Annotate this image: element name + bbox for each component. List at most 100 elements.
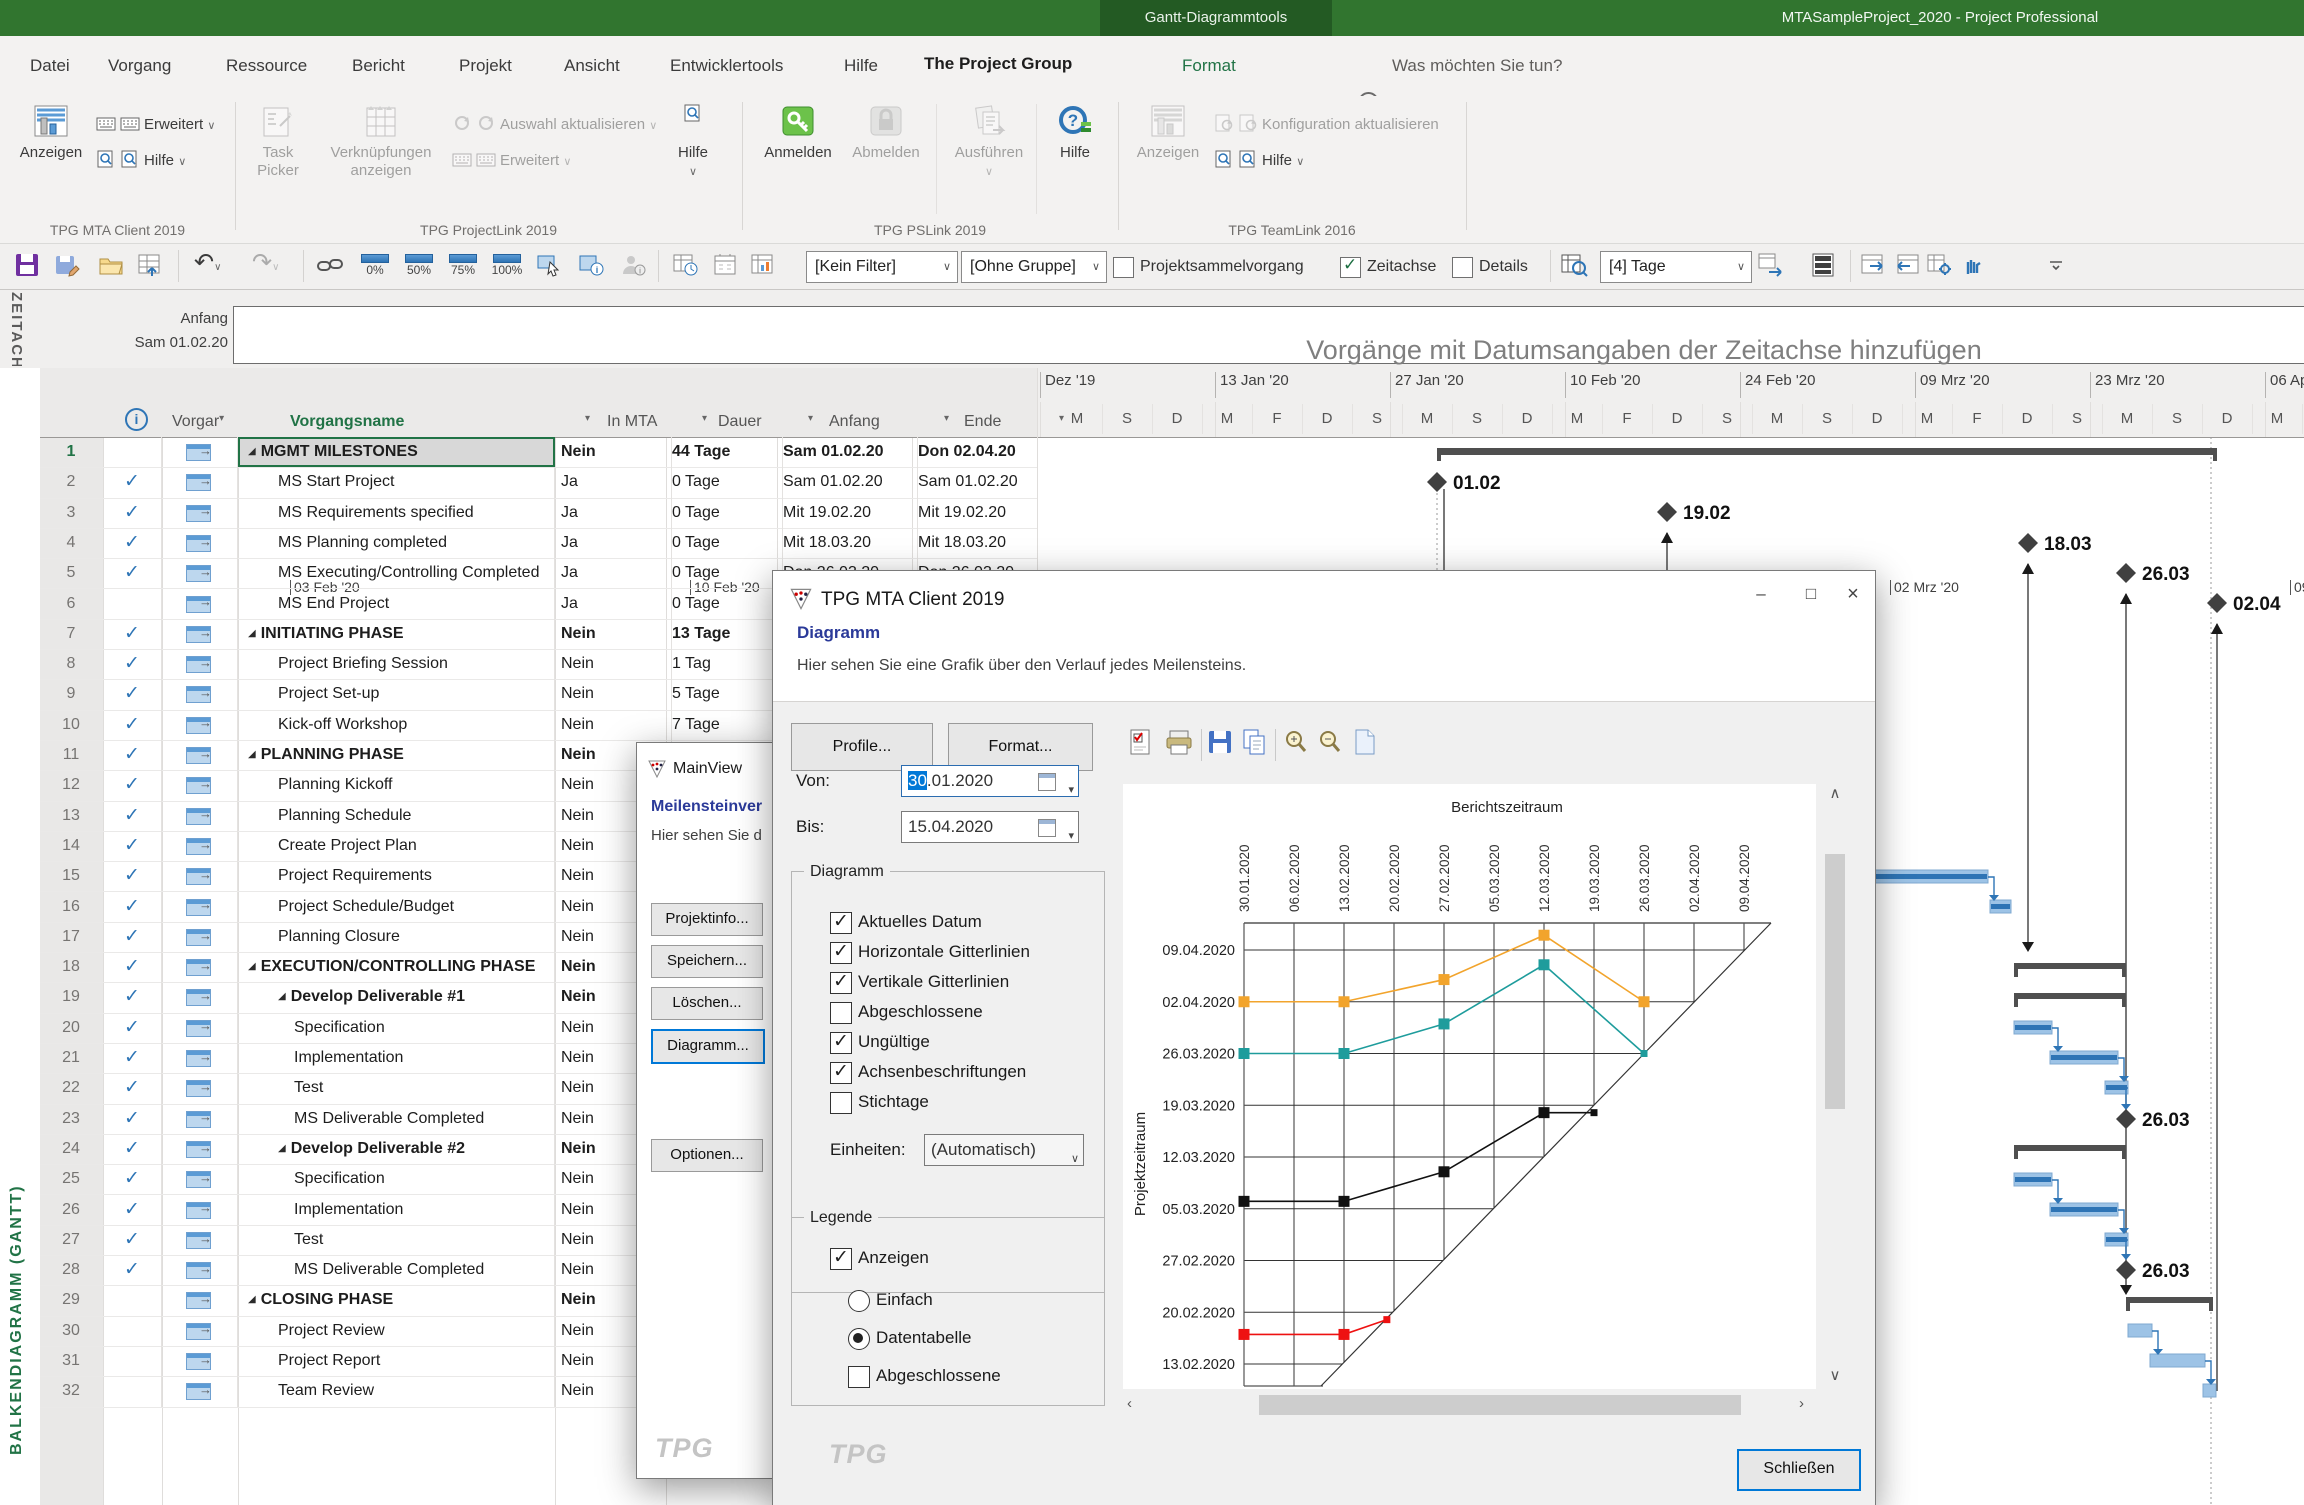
row-checkmark[interactable]: ✓ — [103, 467, 162, 497]
ribbon-button-konfiguration-aktualisieren[interactable]: Konfiguration aktualisieren — [1214, 112, 1439, 138]
task-name-cell[interactable]: ◢PLANNING PHASE — [238, 740, 555, 770]
task-mode-cell[interactable] — [162, 679, 238, 709]
dauer-cell[interactable]: 5 Tage — [666, 679, 783, 709]
calendar-icon[interactable] — [712, 252, 740, 280]
task-name-cell[interactable]: Team Review — [238, 1376, 555, 1406]
percent-0-button[interactable]: 0% — [356, 251, 394, 283]
in-mta-cell[interactable]: Nein — [555, 679, 672, 709]
task-mode-cell[interactable] — [162, 770, 238, 800]
percent-100-button[interactable]: 100% — [488, 251, 526, 283]
ribbon-tab-ressource[interactable]: Ressource — [222, 36, 311, 96]
ribbon-tab-the-project-group[interactable]: The Project Group — [920, 36, 1076, 100]
row-number[interactable]: 22 — [40, 1073, 102, 1103]
in-mta-cell[interactable]: Ja — [555, 589, 672, 619]
dauer-cell[interactable]: 7 Tage — [666, 710, 783, 740]
task-name-cell[interactable]: Kick-off Workshop — [238, 710, 555, 740]
select-icon[interactable] — [536, 252, 564, 280]
row-checkmark[interactable]: ✓ — [103, 1195, 162, 1225]
ribbon-button-abmelden[interactable]: Abmelden — [842, 100, 930, 216]
checkbox-zeitachse[interactable] — [1340, 257, 1361, 278]
row-checkmark[interactable]: ✓ — [103, 619, 162, 649]
task-mode-cell[interactable] — [162, 1134, 238, 1164]
row-number[interactable]: 21 — [40, 1043, 102, 1073]
task-name-cell[interactable]: Project Report — [238, 1346, 555, 1376]
task-name-cell[interactable]: Project Requirements — [238, 861, 555, 891]
row-number[interactable]: 32 — [40, 1376, 102, 1406]
collapse-triangle-icon[interactable]: ◢ — [248, 1294, 256, 1305]
close-icon[interactable]: × — [1837, 579, 1869, 609]
collapse-triangle-icon[interactable]: ◢ — [248, 446, 256, 457]
row-number[interactable]: 29 — [40, 1285, 102, 1315]
hand-icon[interactable] — [1958, 252, 1986, 280]
mainview-button-optionen[interactable]: Optionen... — [651, 1139, 763, 1172]
row-number[interactable]: 19 — [40, 982, 102, 1012]
link-icon[interactable] — [316, 252, 344, 280]
in-mta-cell[interactable]: Ja — [555, 528, 672, 558]
contextual-tab-gantt-tools[interactable]: Gantt-Diagrammtools — [1100, 0, 1332, 36]
ribbon-button-erweitert[interactable]: Erweitert ∨ — [452, 148, 571, 174]
ende-cell[interactable]: Sam 01.02.20 — [912, 467, 1042, 497]
task-mode-cell[interactable] — [162, 892, 238, 922]
task-name-cell[interactable]: ◢INITIATING PHASE — [238, 619, 555, 649]
row-number[interactable]: 4 — [40, 528, 102, 558]
copy-icon[interactable] — [1241, 727, 1271, 761]
chevron-down-icon[interactable]: ▾ — [1068, 775, 1074, 805]
in-mta-cell[interactable]: Nein — [555, 649, 672, 679]
timeline-canvas[interactable]: Vorgänge mit Datumsangaben der Zeitachse… — [233, 306, 2304, 364]
export-icon[interactable] — [1757, 252, 1785, 280]
row-number[interactable]: 31 — [40, 1346, 102, 1376]
scroll-down-icon[interactable]: ∨ — [1823, 1366, 1847, 1384]
task-name-cell[interactable]: Test — [238, 1073, 555, 1103]
row-number[interactable]: 20 — [40, 1013, 102, 1043]
row-checkmark[interactable]: ✓ — [103, 558, 162, 588]
info-column-header[interactable]: i — [125, 408, 148, 431]
row-checkmark[interactable]: ✓ — [103, 649, 162, 679]
anfang-cell[interactable]: Sam 01.02.20 — [777, 467, 918, 497]
task-name-cell[interactable]: Implementation — [238, 1195, 555, 1225]
table-clock-icon[interactable] — [672, 252, 700, 280]
zoom-in-icon[interactable] — [1283, 727, 1313, 761]
ribbon-button-hilfe[interactable]: Hilfe ∨ — [96, 148, 186, 174]
dauer-column-header[interactable]: Dauer ▾ — [718, 413, 762, 431]
task-name-cell[interactable]: Project Schedule/Budget — [238, 892, 555, 922]
group-dropdown[interactable]: [Ohne Gruppe]∨ — [961, 251, 1107, 283]
task-mode-cell[interactable] — [162, 437, 238, 467]
checkbox-aktuelles-datum[interactable] — [830, 912, 852, 934]
open-folder-icon[interactable] — [98, 252, 126, 280]
row-checkmark[interactable]: ✓ — [103, 1164, 162, 1194]
row-checkmark[interactable]: ✓ — [103, 1255, 162, 1285]
save-icon[interactable] — [14, 252, 42, 280]
checkbox-details[interactable] — [1452, 257, 1473, 278]
row-checkmark[interactable]: ✓ — [103, 1134, 162, 1164]
ribbon-tab-bericht[interactable]: Bericht — [348, 36, 409, 96]
in-mta-cell[interactable]: Nein — [555, 619, 672, 649]
radio-datentabelle[interactable] — [848, 1328, 870, 1350]
task-mode-cell[interactable] — [162, 1104, 238, 1134]
schliessen-button[interactable]: Schließen — [1737, 1449, 1861, 1491]
row-number[interactable]: 12 — [40, 770, 102, 800]
row-number[interactable]: 25 — [40, 1164, 102, 1194]
collapse-triangle-icon[interactable]: ◢ — [248, 628, 256, 639]
ribbon-button-verkn-pfungen-anzeigen[interactable]: Verknüpfungenanzeigen — [314, 100, 448, 216]
new-doc-icon[interactable] — [1353, 727, 1383, 761]
row-checkmark[interactable]: ✓ — [103, 710, 162, 740]
row-checkmark[interactable]: ✓ — [103, 892, 162, 922]
table-chart-icon[interactable] — [750, 252, 778, 280]
row-checkmark[interactable]: ✓ — [103, 1225, 162, 1255]
task-name-cell[interactable]: ◢MGMT MILESTONES — [238, 437, 555, 467]
anfang-column-header[interactable]: Anfang ▾ — [829, 413, 880, 431]
row-number[interactable]: 28 — [40, 1255, 102, 1285]
scroll-left-icon[interactable]: ‹ — [1127, 1395, 1132, 1412]
calendar-icon[interactable] — [1038, 819, 1056, 837]
row-checkmark[interactable]: ✓ — [103, 1073, 162, 1103]
task-mode-cell[interactable] — [162, 1043, 238, 1073]
mainview-button-projektinfo[interactable]: Projektinfo... — [651, 903, 763, 936]
row-number[interactable]: 9 — [40, 679, 102, 709]
task-name-cell[interactable]: MS End Project — [238, 589, 555, 619]
ende-cell[interactable]: Mit 19.02.20 — [912, 498, 1042, 528]
ribbon-button-anmelden[interactable]: Anmelden — [758, 100, 838, 216]
tell-me-box[interactable]: Was möchten Sie tun? — [1392, 36, 1562, 96]
in-mta-cell[interactable]: Ja — [555, 558, 672, 588]
row-checkmark[interactable] — [103, 1285, 162, 1315]
task-name-cell[interactable]: MS Start Project — [238, 467, 555, 497]
